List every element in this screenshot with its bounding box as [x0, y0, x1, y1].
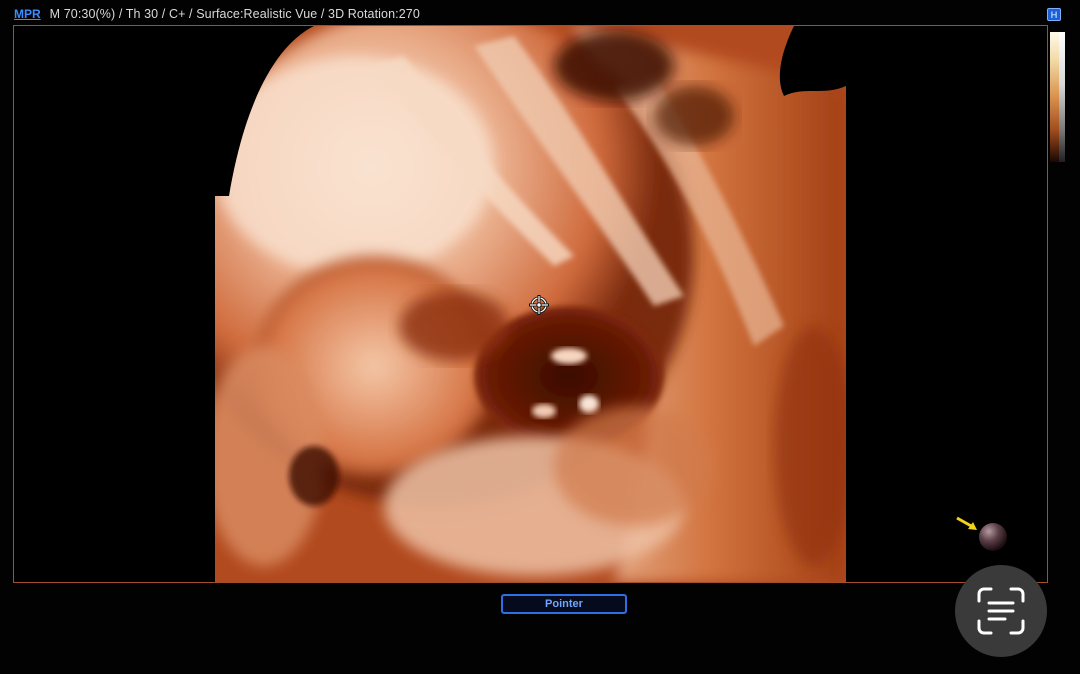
- status-bar: MPR M 70:30(%) / Th 30 / C+ / Surface:Re…: [14, 6, 420, 22]
- document-scan-icon: [977, 587, 1025, 635]
- pointer-button[interactable]: Pointer: [501, 594, 627, 614]
- render-parameters: M 70:30(%) / Th 30 / C+ / Surface:Realis…: [49, 7, 420, 21]
- crosshair-target-icon[interactable]: [528, 294, 550, 316]
- mpr-tab[interactable]: MPR: [14, 7, 41, 21]
- hint-indicator[interactable]: H: [1047, 8, 1061, 21]
- document-scan-button[interactable]: [955, 565, 1047, 657]
- ultrasound-screen: MPR M 70:30(%) / Th 30 / C+ / Surface:Re…: [0, 0, 1080, 674]
- grayscale-bar: [1059, 32, 1065, 162]
- orientation-ball-icon[interactable]: [955, 513, 1011, 553]
